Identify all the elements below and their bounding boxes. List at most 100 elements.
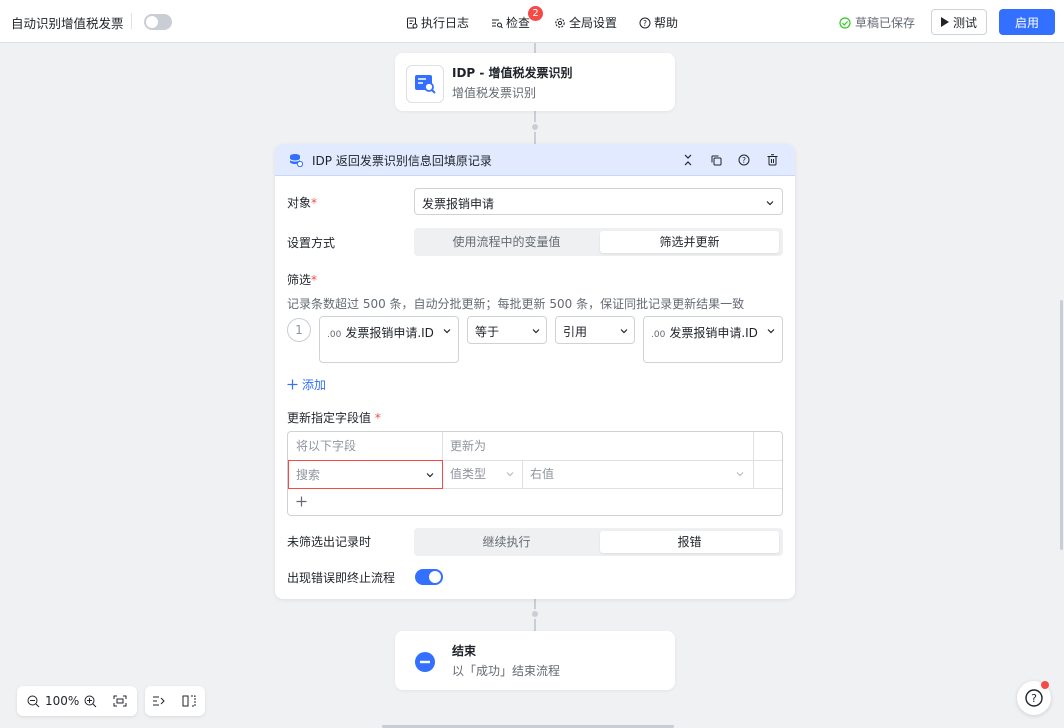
help-button[interactable]: ? 帮助 [639, 14, 678, 31]
test-label: 测试 [952, 15, 977, 30]
zoom-out-icon[interactable] [25, 693, 41, 709]
right-value-select[interactable]: 右值 [523, 460, 753, 488]
filter-label: 筛选* [287, 273, 318, 287]
value-type-placeholder: 值类型 [450, 467, 487, 481]
no-record-segmented-control: 继续执行 报错 [414, 528, 783, 556]
chevron-down-icon [443, 329, 451, 334]
connector-dot[interactable] [530, 122, 540, 132]
filter-value-value: 发票报销申请.ID [669, 326, 758, 340]
connector-line [534, 43, 536, 53]
panel-title: IDP 返回发票识别信息回填原记录 [312, 154, 492, 168]
test-button[interactable]: 测试 [931, 9, 987, 35]
enable-button[interactable]: 启用 [999, 9, 1055, 35]
help-circle-icon[interactable]: ? [737, 153, 751, 167]
add-row-button[interactable] [296, 496, 307, 510]
collapse-icon[interactable] [681, 153, 695, 167]
object-select-value: 发票报销申请 [422, 197, 495, 211]
mode-option-variable[interactable]: 使用流程中的变量值 [417, 231, 596, 253]
number-type-icon: .00 [327, 330, 342, 340]
end-node[interactable]: 结束 以「成功」结束流程 [395, 631, 675, 690]
update-fields-table: 将以下字段 更新为 搜索 值类型 右值 [287, 431, 783, 516]
stop-circle-icon [415, 652, 435, 672]
check-circle-icon [839, 16, 851, 29]
chevron-down-icon [426, 473, 434, 478]
filter-row-index: 1 [287, 318, 311, 342]
panel-header: IDP 返回发票识别信息回填原记录 ? [275, 144, 795, 176]
field-search-select[interactable]: 搜索 [288, 460, 443, 489]
filter-operator-value: 等于 [475, 325, 500, 339]
app-title: 自动识别增值税发票 [11, 16, 124, 31]
zoom-controls: 100% [17, 686, 137, 716]
field-search-placeholder: 搜索 [296, 468, 321, 482]
help-label: 帮助 [654, 16, 679, 30]
database-icon [289, 154, 303, 167]
filter-value-select[interactable]: .00 发票报销申请.ID [643, 316, 783, 363]
filter-operator-select[interactable]: 等于 [467, 316, 547, 344]
filter-value-type-value: 引用 [563, 325, 588, 339]
auto-layout-icon[interactable] [151, 693, 167, 709]
idp-node-title: IDP - 增值税发票识别 [452, 66, 573, 80]
mode-label: 设置方式 [287, 236, 336, 250]
fit-view-icon[interactable] [112, 693, 128, 709]
table-header-update-to: 更新为 [450, 439, 487, 453]
object-label: 对象* [287, 196, 318, 210]
filter-field-select[interactable]: .00 发票报销申请.ID [319, 316, 459, 363]
flow-enable-toggle[interactable] [144, 14, 172, 30]
chevron-down-icon [736, 472, 744, 477]
zoom-in-icon[interactable] [82, 693, 98, 709]
log-icon [407, 17, 418, 28]
zoom-level: 100% [45, 694, 80, 708]
value-type-select[interactable]: 值类型 [443, 460, 522, 488]
mode-option-filter-update[interactable]: 筛选并更新 [600, 231, 779, 253]
error-stop-toggle[interactable] [415, 569, 443, 585]
chevron-down-icon [766, 201, 774, 206]
invoice-scan-icon [415, 75, 436, 94]
no-record-option-error[interactable]: 报错 [600, 531, 779, 553]
chevron-down-icon [620, 329, 628, 334]
help-icon: ? [639, 17, 651, 28]
copy-icon[interactable] [709, 153, 723, 167]
error-stop-label: 出现错误即终止流程 [287, 571, 396, 585]
update-fields-label: 更新指定字段值 * [287, 411, 381, 425]
layout-controls [145, 686, 205, 716]
execution-log-button[interactable]: 执行日志 [406, 14, 469, 31]
play-icon [940, 17, 949, 27]
filter-hint: 记录条数超过 500 条，自动分批更新；每批更新 500 条，保证同批记录更新结… [287, 297, 745, 311]
idp-node-subtitle: 增值税发票识别 [452, 86, 537, 100]
connector-dot[interactable] [530, 609, 540, 619]
gear-icon [555, 17, 565, 28]
filter-value-type-select[interactable]: 引用 [555, 316, 635, 344]
object-select[interactable]: 发票报销申请 [414, 188, 783, 215]
idp-node-icon-box [406, 65, 444, 103]
no-record-label: 未筛选出记录时 [287, 535, 372, 549]
svg-text:?: ? [742, 156, 746, 165]
global-settings-button[interactable]: 全局设置 [554, 14, 617, 31]
divider [131, 13, 132, 29]
end-node-title: 结束 [452, 644, 477, 658]
chevron-down-icon [767, 329, 775, 334]
delete-icon[interactable] [765, 153, 779, 167]
svg-text:?: ? [643, 18, 647, 27]
vertical-scrollbar[interactable] [1060, 300, 1063, 550]
number-type-icon: .00 [651, 330, 666, 340]
execution-log-label: 执行日志 [421, 16, 470, 30]
idp-node[interactable]: IDP - 增值税发票识别 增值税发票识别 [395, 53, 675, 111]
top-bar: 自动识别增值税发票 执行日志 检查 2 全局设置 ? 帮助 草稿已保存 测试 启… [0, 0, 1064, 43]
plus-icon [296, 496, 307, 507]
help-icon: ? [1025, 689, 1043, 707]
chevron-down-icon [506, 472, 514, 477]
no-record-option-continue[interactable]: 继续执行 [417, 531, 596, 553]
check-button[interactable]: 检查 [491, 14, 530, 31]
add-filter-button[interactable]: 添加 [287, 376, 326, 393]
plus-icon [287, 379, 298, 390]
notification-dot [1041, 681, 1049, 689]
chevron-down-icon [532, 329, 540, 334]
end-node-icon-box [406, 643, 444, 681]
add-filter-label: 添加 [302, 378, 327, 392]
check-label: 检查 [506, 16, 531, 30]
right-value-placeholder: 右值 [530, 467, 555, 481]
mode-segmented-control: 使用流程中的变量值 筛选并更新 [414, 228, 783, 256]
end-node-subtitle: 以「成功」结束流程 [452, 664, 561, 678]
svg-text:?: ? [1031, 692, 1037, 705]
minimap-icon[interactable] [181, 693, 197, 709]
